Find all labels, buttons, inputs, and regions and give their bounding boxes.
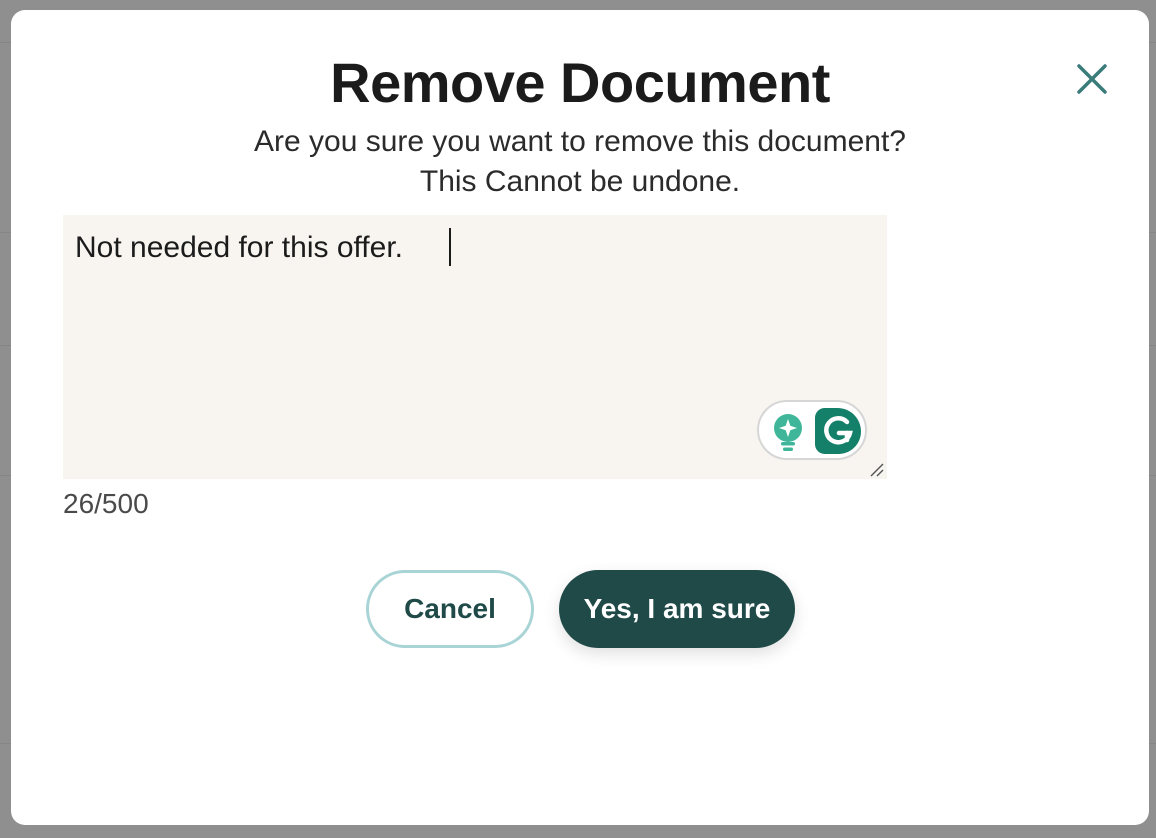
resize-handle-icon[interactable] bbox=[869, 462, 885, 478]
grammarly-widget[interactable] bbox=[757, 400, 867, 460]
character-counter: 26/500 bbox=[63, 488, 149, 519]
close-button[interactable] bbox=[1073, 60, 1111, 98]
close-icon bbox=[1077, 64, 1107, 94]
dialog-message: Are you sure you want to remove this doc… bbox=[11, 122, 1149, 202]
confirm-remove-button[interactable]: Yes, I am sure bbox=[559, 570, 795, 648]
message-line-2: This Cannot be undone. bbox=[419, 165, 741, 198]
lightbulb-sparkle-icon[interactable] bbox=[771, 412, 805, 452]
text-caret bbox=[449, 228, 451, 266]
message-line-1: Are you sure you want to remove this doc… bbox=[253, 125, 906, 158]
remove-document-dialog: Remove Document Are you sure you want to… bbox=[11, 10, 1149, 825]
cancel-button[interactable]: Cancel bbox=[366, 570, 534, 648]
dialog-title: Remove Document bbox=[330, 51, 830, 114]
grammarly-logo-icon[interactable] bbox=[815, 408, 861, 454]
